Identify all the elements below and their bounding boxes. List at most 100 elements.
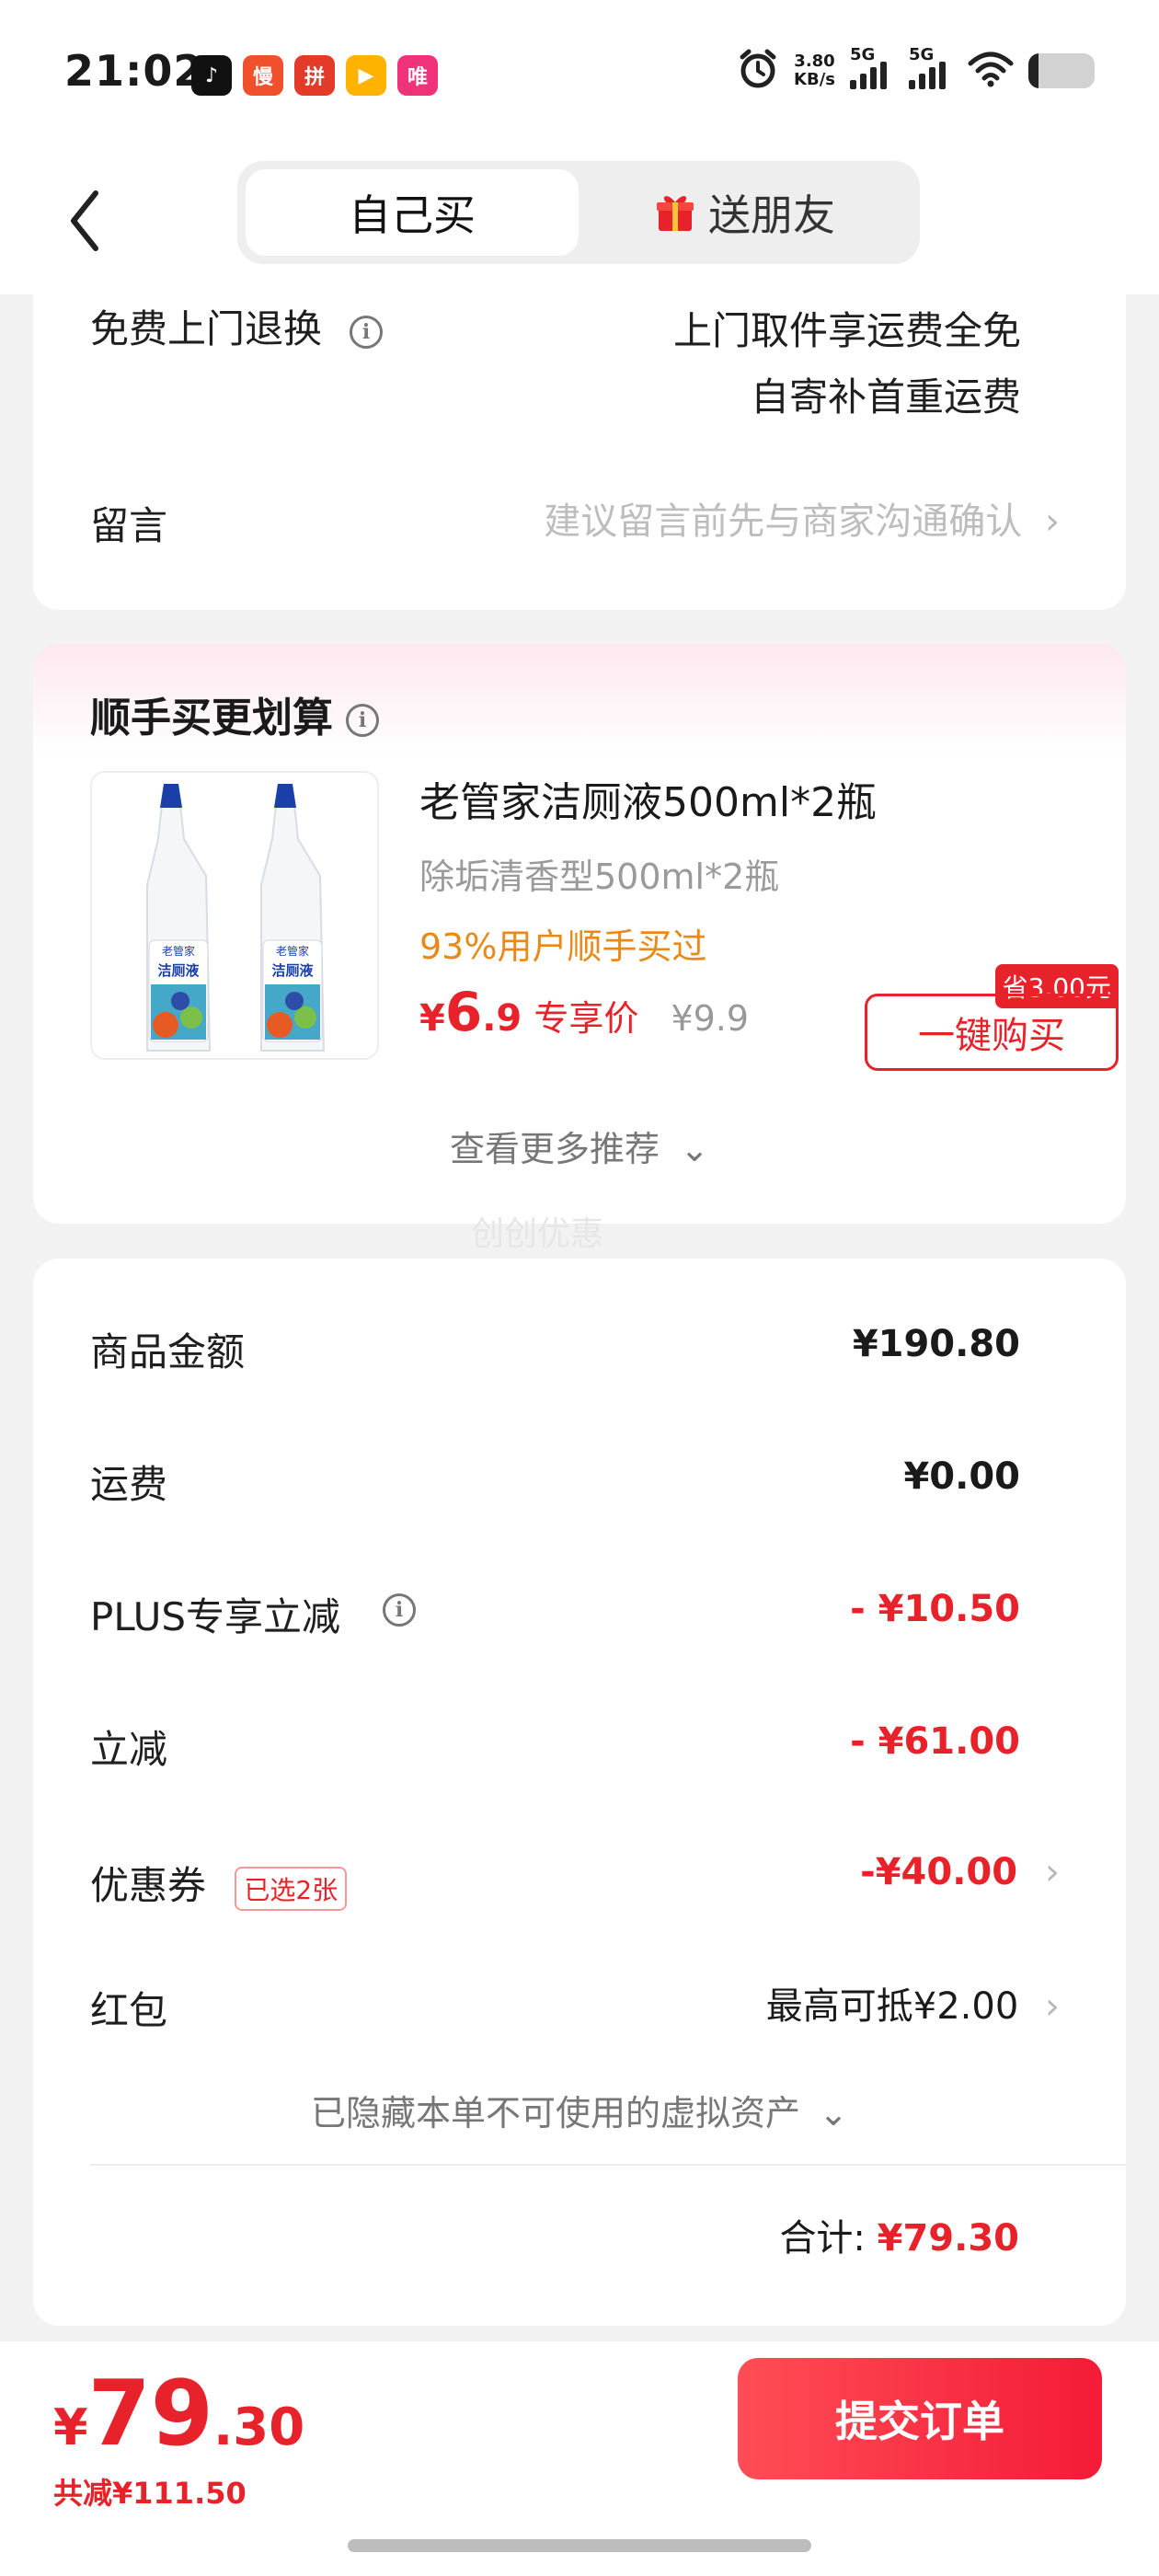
battery-icon — [1028, 53, 1095, 88]
home-indicator[interactable] — [348, 2539, 811, 2552]
video-app-icon: ▶ — [346, 55, 386, 96]
manhua-app-icon: 慢 — [243, 55, 283, 96]
one-click-buy-button[interactable]: 一键购买 — [865, 994, 1119, 1071]
price-summary-card: 商品金额 ¥190.80 运费 ¥0.00 PLUS专享立减 i - ¥10.50 立减 - ¥… — [33, 1259, 1126, 2326]
signal-5g-icon-2: 5G — [909, 45, 953, 89]
notification-icons: ♪ 慢拼 ▶ 唯 — [191, 55, 438, 96]
summary-row-value: - ¥61.00 — [850, 1720, 1020, 1763]
one-click-buy-label: 一键购买 — [918, 1015, 1065, 1057]
chevron-left-icon — [71, 190, 98, 251]
free-return-line1: 上门取件享运费全免 — [672, 308, 1021, 353]
product-image[interactable]: 老管家 洁厕液 老管家 洁厕液 — [90, 771, 379, 1060]
red-packet-value: 最高可抵¥2.00 — [765, 1985, 1019, 2028]
price-integer: 6 — [444, 981, 483, 1043]
one-click-buy-wrapper: 省3.00元 一键购买 — [865, 964, 1119, 1071]
recommend-title-row: 顺手买更划算 i — [90, 684, 379, 743]
network-speed-unit: KB/s — [794, 70, 835, 89]
coupon-selector[interactable]: -¥40.00 › — [860, 1851, 1060, 1893]
network-speed: 3.80 KB/s — [794, 52, 835, 89]
status-time: 21:02 — [64, 46, 204, 96]
buy-rate-text: 93%用户顺手买过 — [419, 926, 707, 967]
coupon-row-label: 优惠券 已选2张 — [90, 1855, 348, 1911]
submit-order-button[interactable]: 提交订单 — [738, 2358, 1102, 2479]
pdd-app-icon: 拼 — [294, 55, 335, 96]
top-nav-bar: 自己买 送朋友 — [0, 147, 1159, 294]
tab-send-to-friend[interactable]: 送朋友 — [579, 169, 912, 256]
summary-row-label: 立减 — [90, 1727, 168, 1772]
toilet-cleaner-bottles-image: 老管家 洁厕液 老管家 洁厕液 — [146, 784, 326, 1052]
chevron-down-icon: ⌄ — [680, 1129, 709, 1169]
red-packet-label: 红包 — [90, 1988, 168, 2033]
view-more-label: 查看更多推荐 — [450, 1129, 660, 1169]
summary-row-label: 运费 — [90, 1462, 168, 1507]
total-saved: 共减¥111.50 — [53, 2476, 247, 2511]
free-return-detail: 上门取件享运费全免 自寄补首重运费 — [673, 298, 1021, 431]
total-label: 合计: — [779, 2217, 866, 2260]
status-indicators: 3.80 KB/s 5G 5G — [737, 45, 1095, 94]
view-more-recommendations[interactable]: 查看更多推荐 ⌄ — [33, 1121, 1126, 1171]
product-price: ¥6.9 专享价 ¥9.9 — [419, 981, 749, 1043]
gift-icon — [657, 196, 694, 231]
bottle-brand-text: 老管家 — [276, 944, 309, 958]
free-return-label: 免费上门退换 — [90, 306, 323, 351]
coupon-selected-badge: 已选2张 — [235, 1866, 348, 1911]
wifi-icon — [968, 51, 1014, 91]
summary-row-value: - ¥10.50 — [850, 1588, 1020, 1630]
tab-buy-for-self[interactable]: 自己买 — [246, 169, 579, 256]
network-speed-value: 3.80 — [794, 52, 835, 71]
red-packet-selector[interactable]: 最高可抵¥2.00 › — [766, 1976, 1060, 2030]
total-row: 合计: ¥79.30 — [779, 2208, 1019, 2261]
payable-symbol: ¥ — [53, 2398, 88, 2456]
summary-row-value: ¥0.00 — [903, 1455, 1020, 1498]
divider — [90, 2164, 1126, 2166]
product-spec: 除垢清香型500ml*2瓶 — [419, 857, 780, 897]
message-label: 留言 — [90, 503, 168, 548]
summary-row-label: 商品金额 — [90, 1329, 246, 1374]
status-bar: 21:02 ♪ 慢拼 ▶ 唯 3.80 KB/s 5G 5G — [0, 0, 1159, 147]
tab-buy-for-self-label: 自己买 — [349, 190, 476, 240]
hidden-assets-toggle[interactable]: 已隐藏本单不可使用的虚拟资产 ⌄ — [33, 2085, 1126, 2135]
message-input[interactable]: 建议留言前先与商家沟通确认 › — [544, 491, 1060, 545]
bottle-label-text: 洁厕液 — [157, 962, 200, 979]
total-amount: ¥79.30 — [877, 2217, 1019, 2260]
tab-send-to-friend-label: 送朋友 — [708, 190, 835, 240]
summary-row-value: ¥190.80 — [852, 1323, 1020, 1365]
coupon-amount: -¥40.00 — [860, 1851, 1018, 1893]
message-placeholder: 建议留言前先与商家沟通确认 — [544, 500, 1023, 543]
chevron-right-icon: › — [1045, 1851, 1060, 1893]
chevron-right-icon: › — [1045, 500, 1060, 543]
alarm-icon — [737, 48, 779, 94]
chevron-right-icon: › — [1045, 1985, 1060, 2028]
back-button[interactable] — [57, 175, 112, 267]
bottle-brand-text: 老管家 — [162, 944, 195, 958]
recommend-title: 顺手买更划算 — [90, 695, 333, 742]
coupon-label: 优惠券 — [90, 1863, 207, 1908]
payable-amount: ¥79.30 — [53, 2362, 304, 2467]
free-return-line2: 自寄补首重运费 — [750, 374, 1021, 420]
info-icon[interactable]: i — [346, 704, 379, 737]
purchase-mode-switch: 自己买 送朋友 — [237, 161, 920, 264]
free-return-row: 免费上门退换 i — [90, 298, 384, 354]
signal-5g-label-1: 5G — [850, 45, 876, 64]
chevron-down-icon: ⌄ — [819, 2093, 848, 2133]
watermark: 创创优惠 — [471, 1215, 604, 1253]
tiktok-app-icon: ♪ — [191, 55, 232, 96]
signal-5g-label-2: 5G — [909, 45, 935, 64]
submit-order-label: 提交订单 — [835, 2397, 1004, 2446]
add-on-recommendation-card: 顺手买更划算 i 老管家 洁厕液 老管家 洁厕液 老管家洁厕液500ml*2瓶 … — [33, 644, 1126, 1253]
info-icon[interactable]: i — [383, 1593, 416, 1627]
info-icon[interactable]: i — [350, 315, 384, 349]
product-name[interactable]: 老管家洁厕液500ml*2瓶 — [419, 769, 877, 828]
original-price: ¥9.9 — [671, 998, 750, 1039]
exclusive-price-tag: 专享价 — [534, 998, 639, 1039]
price-decimal: .9 — [482, 997, 522, 1040]
signal-5g-icon-1: 5G — [850, 45, 894, 89]
hidden-assets-label: 已隐藏本单不可使用的虚拟资产 — [311, 2093, 801, 2133]
vip-app-icon: 唯 — [397, 55, 438, 96]
payable-decimal: .30 — [212, 2398, 305, 2457]
payable-integer: 79 — [87, 2362, 213, 2467]
service-card: 免费上门退换 i 上门取件享运费全免 自寄补首重运费 留言 建议留言前先与商家沟通… — [33, 293, 1126, 610]
price-symbol: ¥ — [419, 997, 445, 1040]
bottle-label-text: 洁厕液 — [271, 962, 314, 979]
summary-row-label: PLUS专享立减 — [90, 1594, 341, 1639]
